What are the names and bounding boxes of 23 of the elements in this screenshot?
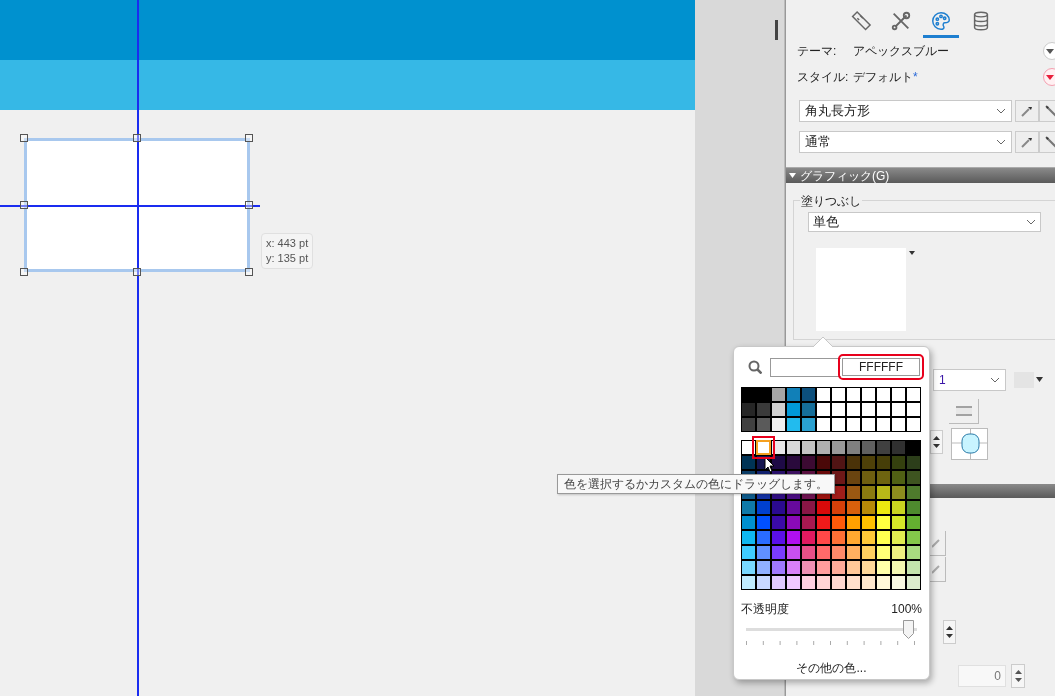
select-field[interactable]: 単色 [808, 212, 1041, 232]
property-value: アペックスブルー [853, 43, 949, 60]
more-colors-link[interactable]: その他の色... [796, 659, 867, 677]
section-header[interactable]: グラフィック(G) [785, 167, 1055, 183]
hex-color-field[interactable]: FFFFFF [838, 354, 924, 380]
select-field[interactable]: 通常 [799, 130, 1012, 153]
number-field[interactable]: 0 [958, 665, 1006, 687]
modified-mark: * [913, 69, 918, 86]
section-title: グラフィック(G) [800, 168, 890, 183]
group-label: 塗りつぶし [800, 192, 862, 210]
select-value: 単色 [813, 213, 839, 232]
select-field[interactable]: 角丸長方形 [799, 99, 1012, 122]
select-value: 角丸長方形 [805, 101, 870, 120]
coordinates-tooltip: x: 443 pt y: 135 pt [261, 233, 314, 269]
line-width-select[interactable]: 1 [933, 369, 1006, 391]
field-value: 0 [994, 668, 1001, 685]
property-value: デフォルト [853, 69, 913, 86]
opacity-value: 100% [891, 601, 922, 618]
tooltip: 色を選択するかカスタムの色にドラッグします。 [557, 474, 835, 494]
select-value: 通常 [805, 132, 831, 151]
property-label: テーマ: [797, 43, 838, 60]
opacity-label: 不透明度 [741, 601, 789, 618]
select-value: 1 [939, 372, 946, 389]
